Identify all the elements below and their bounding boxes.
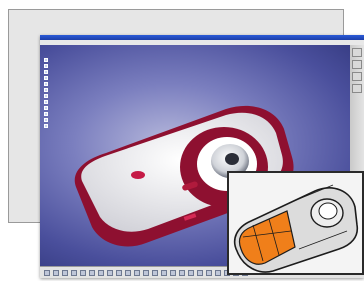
inset-lens <box>318 202 338 220</box>
status-icon[interactable] <box>134 269 140 276</box>
tree-node-icon <box>44 64 48 68</box>
tree-node-icon <box>44 94 48 98</box>
status-icon[interactable] <box>44 269 50 276</box>
tree-node-icon <box>44 112 48 116</box>
toolbar-icon[interactable] <box>352 84 362 93</box>
status-icon[interactable] <box>62 269 68 276</box>
toolbar-icon[interactable] <box>352 48 362 57</box>
status-icon[interactable] <box>143 269 149 276</box>
status-icon[interactable] <box>116 269 122 276</box>
tree-node-icon <box>44 82 48 86</box>
tree-node-icon <box>44 70 48 74</box>
status-icon[interactable] <box>170 269 176 276</box>
tree-node-icon <box>44 100 48 104</box>
status-icon[interactable] <box>179 269 185 276</box>
status-icon[interactable] <box>71 269 77 276</box>
status-icon[interactable] <box>107 269 113 276</box>
status-icon[interactable] <box>206 269 212 276</box>
status-icon[interactable] <box>80 269 86 276</box>
status-icon[interactable] <box>215 269 221 276</box>
inset-render-view <box>227 171 364 275</box>
lens-center <box>225 153 239 165</box>
status-icon[interactable] <box>98 269 104 276</box>
tree-node-icon <box>44 76 48 80</box>
status-icon[interactable] <box>125 269 131 276</box>
toolbar-icon[interactable] <box>352 72 362 81</box>
status-icon[interactable] <box>152 269 158 276</box>
status-icon[interactable] <box>161 269 167 276</box>
toolbar-icon[interactable] <box>352 60 362 69</box>
shutter-button <box>131 171 145 179</box>
status-icon[interactable] <box>53 269 59 276</box>
tree-node-icon <box>44 106 48 110</box>
tree-node-icon <box>44 118 48 122</box>
status-icon[interactable] <box>188 269 194 276</box>
tree-node-icon <box>44 124 48 128</box>
status-icon[interactable] <box>89 269 95 276</box>
status-icon[interactable] <box>197 269 203 276</box>
tree-node-icon <box>44 88 48 92</box>
tree-node-icon <box>44 58 48 62</box>
inset-camera-model <box>229 173 362 273</box>
